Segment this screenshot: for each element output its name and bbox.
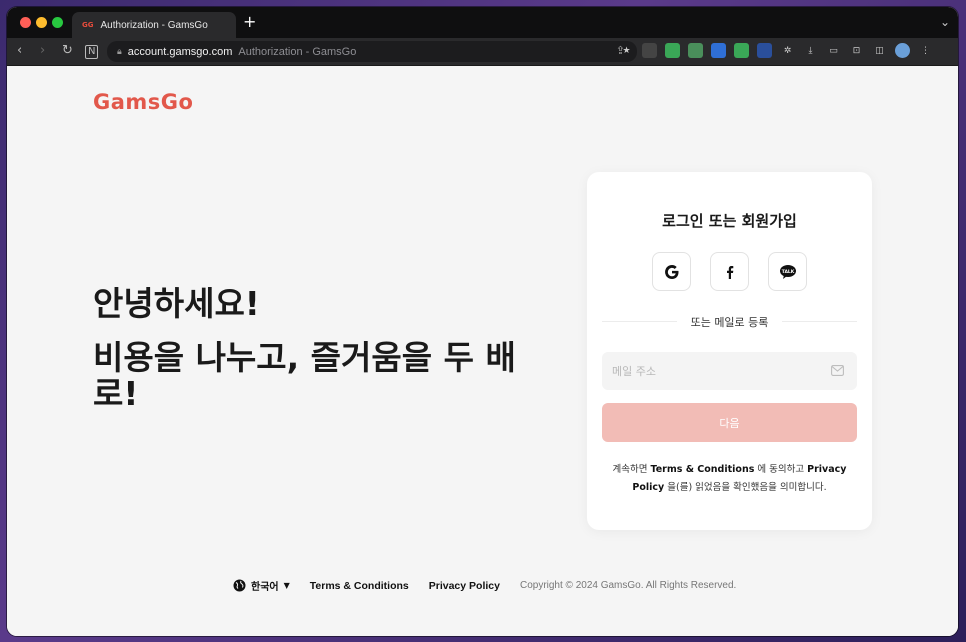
google-login-button[interactable]	[652, 252, 691, 291]
notion-extension-icon[interactable]: N	[85, 45, 99, 59]
sidebar-icon[interactable]: ◫	[872, 43, 887, 58]
tabbar-controls: ⌄	[940, 15, 950, 29]
menu-icon[interactable]: ⋮	[918, 43, 933, 58]
svg-text:TALK: TALK	[781, 269, 794, 275]
hero-tagline: 비용을 나누고, 즐거움을 두 배로!	[93, 338, 516, 413]
terms-link[interactable]: Terms & Conditions	[651, 464, 755, 475]
login-card: 로그인 또는 회원가입 TALK 또는 메일로 등록 메일 주소 다음 계속하면…	[587, 172, 872, 530]
minimize-window-button[interactable]	[36, 17, 47, 28]
page-content: GamsGo 안녕하세요! 비용을 나누고, 즐거움을 두 배로! 로그인 또는…	[7, 66, 958, 636]
or-divider: 또는 메일로 등록	[602, 314, 857, 329]
bookmark-star-icon[interactable]: ★	[619, 43, 634, 58]
language-selector[interactable]: 한국어 ▼	[233, 578, 290, 593]
login-title: 로그인 또는 회원가입	[662, 212, 797, 230]
new-tab-button[interactable]: +	[243, 14, 256, 30]
puzzle-icon[interactable]: ✲	[780, 43, 795, 58]
screenshot-icon[interactable]: ⊡	[849, 43, 864, 58]
extension-1-icon[interactable]	[642, 43, 657, 58]
download-icon[interactable]: ⤓	[803, 43, 818, 58]
address-bar[interactable]: 🔒︎ account.gamsgo.com Authorization - Ga…	[107, 41, 637, 62]
browser-window: GG Authorization - GamsGo + ⌄ ‹ › ↻ N 🔒︎…	[7, 7, 958, 636]
tab-title: Authorization - GamsGo	[100, 19, 208, 31]
email-field[interactable]	[602, 352, 857, 390]
terms-suffix: 을(를) 읽었음을 확인했음을 의미합니다.	[664, 482, 827, 493]
kakaotalk-icon: TALK	[779, 264, 796, 279]
terms-mid: 에 동의하고	[754, 464, 808, 475]
gamsgo-logo[interactable]: GamsGo	[93, 90, 193, 114]
social-login-row: TALK	[652, 252, 807, 291]
profile-avatar[interactable]	[895, 43, 910, 58]
globe-icon	[233, 579, 246, 592]
lock-icon: 🔒︎	[117, 46, 122, 57]
language-label: 한국어	[251, 582, 279, 593]
google-icon	[664, 264, 678, 279]
footer-privacy-link[interactable]: Privacy Policy	[429, 580, 500, 592]
next-button[interactable]: 다음	[602, 403, 857, 442]
browser-toolbar: ‹ › ↻ N 🔒︎ account.gamsgo.com Authorizat…	[7, 38, 958, 66]
shield-extension-icon[interactable]	[665, 43, 680, 58]
terms-notice: 계속하면 Terms & Conditions 에 동의하고 Privacy P…	[607, 461, 852, 497]
hero-greeting: 안녕하세요!	[93, 284, 260, 323]
tab-bar: GG Authorization - GamsGo + ⌄	[7, 7, 958, 38]
hero-section: 안녕하세요! 비용을 나누고, 즐거움을 두 배로!	[93, 284, 553, 412]
footer-terms-link[interactable]: Terms & Conditions	[310, 580, 409, 592]
url-page-title: Authorization - GamsGo	[238, 45, 357, 58]
gamsgo-favicon-icon: GG	[82, 21, 94, 29]
facebook-login-button[interactable]	[710, 252, 749, 291]
extension-5-icon[interactable]	[734, 43, 749, 58]
facebook-icon	[726, 265, 733, 279]
download-extension-icon[interactable]	[757, 43, 772, 58]
terms-prefix: 계속하면	[612, 464, 651, 475]
copyright-text: Copyright © 2024 GamsGo. All Rights Rese…	[519, 580, 737, 591]
extension-3-icon[interactable]	[688, 43, 703, 58]
divider-text: 또는 메일로 등록	[690, 316, 769, 329]
mail-icon	[831, 365, 844, 376]
tab-authorization[interactable]: GG Authorization - GamsGo	[72, 12, 236, 38]
footer: 한국어 ▼ Terms & Conditions Privacy Policy …	[233, 578, 736, 593]
cast-icon[interactable]: ▭	[826, 43, 841, 58]
tab-search-icon[interactable]: ⌄	[940, 15, 950, 29]
kakaotalk-login-button[interactable]: TALK	[768, 252, 807, 291]
caret-down-icon: ▼	[283, 581, 290, 590]
extension-4-icon[interactable]	[711, 43, 726, 58]
maximize-window-button[interactable]	[52, 17, 63, 28]
back-icon[interactable]: ‹	[17, 43, 22, 59]
extensions-row: ★ ✲ ⤓ ▭ ⊡ ◫ ⋮	[619, 43, 933, 58]
url-domain: account.gamsgo.com	[127, 45, 233, 58]
forward-icon[interactable]: ›	[40, 43, 45, 59]
close-window-button[interactable]	[20, 17, 31, 28]
reload-icon[interactable]: ↻	[62, 43, 73, 59]
